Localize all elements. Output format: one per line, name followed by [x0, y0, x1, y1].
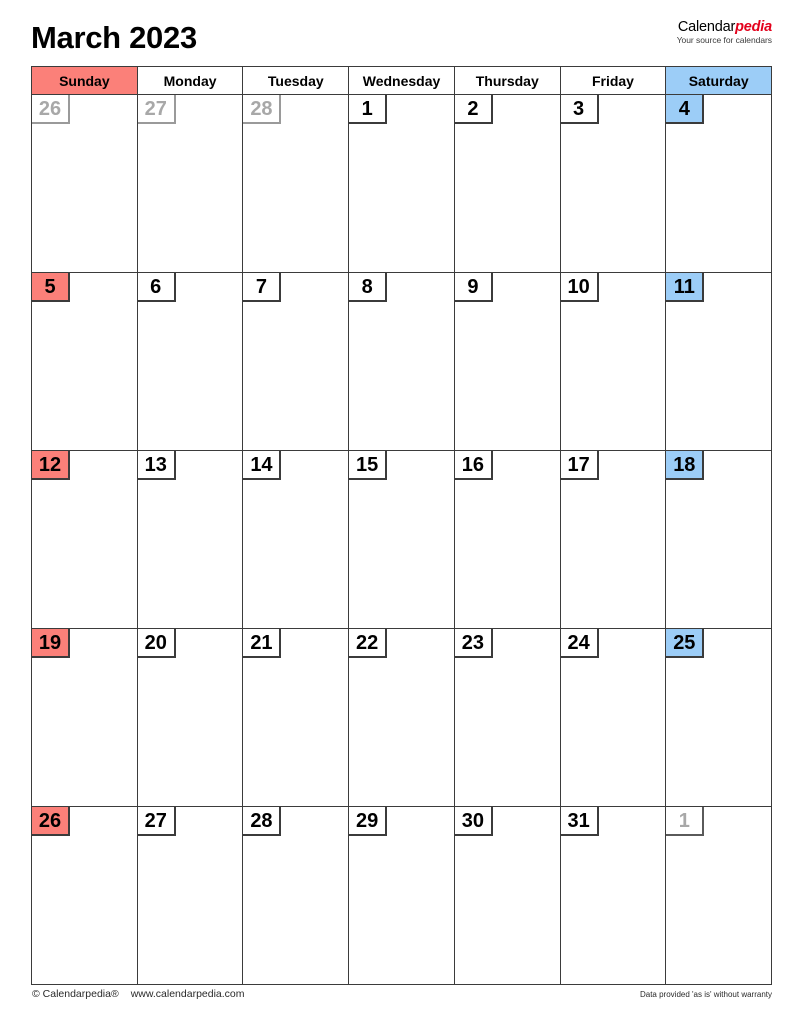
day-number: 27	[137, 807, 176, 836]
day-cell[interactable]: 10	[560, 273, 667, 450]
day-cell[interactable]: 15	[349, 451, 455, 628]
day-cell[interactable]: 28	[243, 95, 350, 272]
day-number: 14	[243, 451, 282, 480]
day-cell[interactable]: 1	[349, 95, 455, 272]
day-cell[interactable]: 18	[666, 451, 772, 628]
copyright-text: © Calendarpedia®	[32, 988, 119, 1000]
day-cell[interactable]: 20	[137, 629, 244, 806]
day-cell[interactable]: 26	[32, 807, 138, 984]
day-number: 26	[32, 807, 70, 836]
day-cell[interactable]: 9	[454, 273, 561, 450]
day-cell[interactable]: 17	[560, 451, 667, 628]
day-cell[interactable]: 23	[454, 629, 561, 806]
footer-left: © Calendarpedia® www.calendarpedia.com	[32, 988, 245, 1000]
day-cell[interactable]: 30	[454, 807, 561, 984]
website-link[interactable]: www.calendarpedia.com	[131, 988, 245, 1000]
day-number: 2	[454, 95, 493, 124]
weekday-header-wednesday: Wednesday	[349, 67, 455, 95]
weekday-header-sunday: Sunday	[32, 67, 138, 95]
day-cell[interactable]: 1	[666, 807, 772, 984]
week-row: 26 27 28 29 30 31 1	[32, 807, 772, 984]
day-number: 19	[32, 629, 70, 658]
day-number: 4	[666, 95, 705, 124]
week-row: 12 13 14 15 16 17 18	[32, 451, 772, 629]
day-number: 10	[560, 273, 599, 302]
day-cell[interactable]: 19	[32, 629, 138, 806]
calendar-grid: Sunday Monday Tuesday Wednesday Thursday Frid…	[31, 66, 772, 985]
day-number: 6	[137, 273, 176, 302]
day-number: 25	[666, 629, 705, 658]
day-number: 24	[560, 629, 599, 658]
day-number: 23	[454, 629, 493, 658]
day-number: 31	[560, 807, 599, 836]
brand-name-plain: Calendar	[677, 19, 736, 35]
day-cell[interactable]: 21	[243, 629, 350, 806]
week-row: 26 27 28 1 2 3 4	[32, 95, 772, 273]
week-row: 19 20 21 22 23 24 25	[32, 629, 772, 807]
weekday-header-thursday: Thursday	[454, 67, 561, 95]
brand-tagline: Your source for calendars	[676, 35, 772, 46]
day-number: 27	[137, 95, 176, 124]
weekday-header-saturday: Saturday	[666, 67, 772, 95]
day-number: 21	[243, 629, 282, 658]
calendarpedia-logo: Calendarpedia Your source for calendars	[676, 19, 772, 46]
day-cell[interactable]: 12	[32, 451, 138, 628]
day-number: 12	[32, 451, 70, 480]
day-number: 15	[349, 451, 388, 480]
day-number: 7	[243, 273, 282, 302]
brand-name: Calendarpedia	[677, 19, 772, 35]
day-number: 11	[666, 273, 705, 302]
day-number: 1	[666, 807, 705, 836]
day-cell[interactable]: 26	[32, 95, 138, 272]
day-cell[interactable]: 16	[454, 451, 561, 628]
weekday-header-row: Sunday Monday Tuesday Wednesday Thursday Frid…	[32, 67, 772, 95]
day-cell[interactable]: 6	[137, 273, 244, 450]
day-number: 1	[349, 95, 388, 124]
day-cell[interactable]: 5	[32, 273, 138, 450]
day-cell[interactable]: 2	[454, 95, 561, 272]
brand-name-accent: pedia	[735, 19, 772, 35]
day-number: 18	[666, 451, 705, 480]
day-cell[interactable]: 27	[137, 807, 244, 984]
day-cell[interactable]: 31	[560, 807, 667, 984]
page-title: March 2023	[31, 20, 197, 55]
day-cell[interactable]: 7	[243, 273, 350, 450]
day-cell[interactable]: 22	[349, 629, 455, 806]
day-number: 13	[137, 451, 176, 480]
day-cell[interactable]: 8	[349, 273, 455, 450]
day-cell[interactable]: 29	[349, 807, 455, 984]
day-number: 8	[349, 273, 388, 302]
day-number: 17	[560, 451, 599, 480]
weekday-header-friday: Friday	[560, 67, 667, 95]
day-number: 16	[454, 451, 493, 480]
day-cell[interactable]: 28	[243, 807, 350, 984]
day-cell[interactable]: 11	[666, 273, 772, 450]
day-number: 28	[243, 807, 282, 836]
day-number: 5	[32, 273, 70, 302]
day-number: 26	[32, 95, 70, 124]
calendar-page: March 2023 Calendarpedia Your source for…	[0, 0, 806, 1024]
day-number: 29	[349, 807, 388, 836]
page-footer: © Calendarpedia® www.calendarpedia.com Da…	[31, 988, 772, 1004]
page-header: March 2023 Calendarpedia Your source for…	[31, 8, 772, 60]
day-cell[interactable]: 24	[560, 629, 667, 806]
day-cell[interactable]: 13	[137, 451, 244, 628]
day-cell[interactable]: 14	[243, 451, 350, 628]
weekday-header-tuesday: Tuesday	[243, 67, 350, 95]
day-cell[interactable]: 27	[137, 95, 244, 272]
disclaimer-text: Data provided 'as is' without warranty	[639, 990, 772, 999]
day-cell[interactable]: 3	[560, 95, 667, 272]
week-row: 5 6 7 8 9 10 11	[32, 273, 772, 451]
day-number: 20	[137, 629, 176, 658]
day-number: 28	[243, 95, 282, 124]
day-cell[interactable]: 25	[666, 629, 772, 806]
day-number: 3	[560, 95, 599, 124]
weekday-header-monday: Monday	[137, 67, 244, 95]
day-cell[interactable]: 4	[666, 95, 772, 272]
day-number: 22	[349, 629, 388, 658]
day-number: 9	[454, 273, 493, 302]
day-number: 30	[454, 807, 493, 836]
